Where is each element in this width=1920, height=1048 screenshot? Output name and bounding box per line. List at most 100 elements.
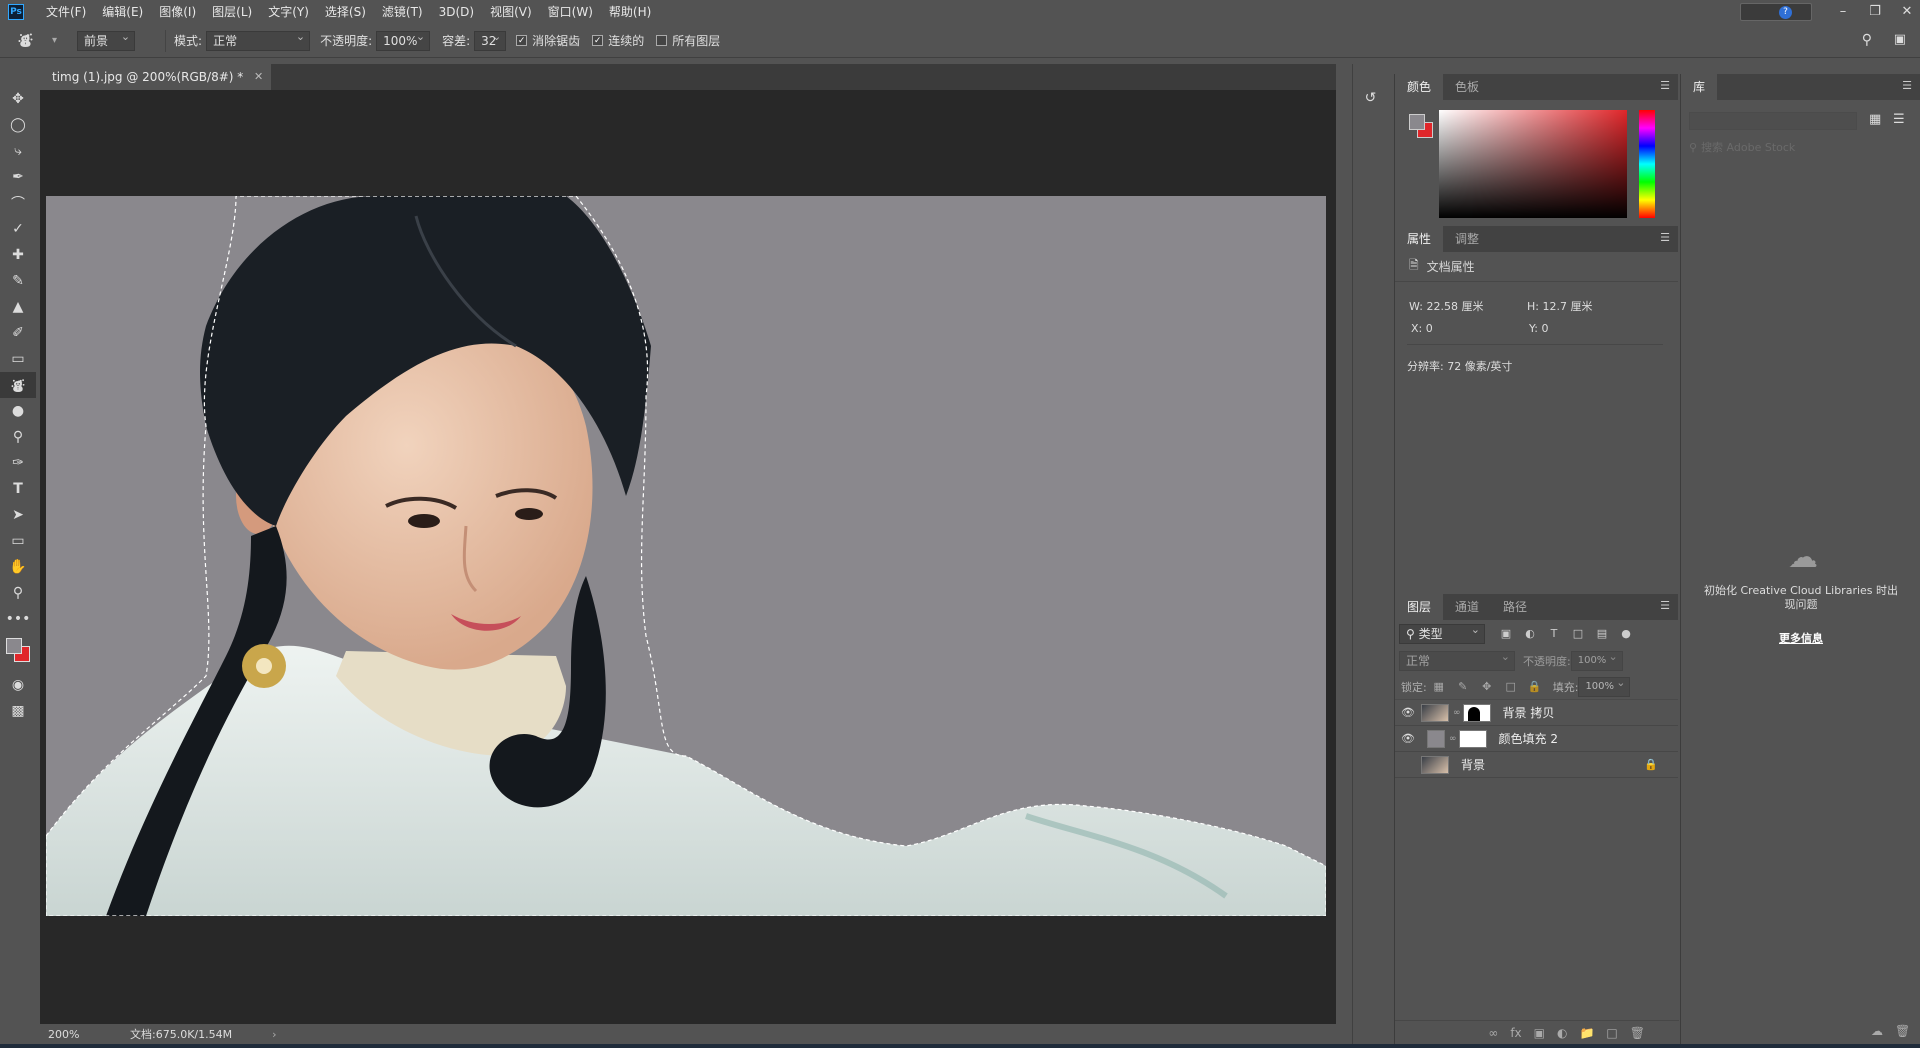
fx-icon[interactable]: fx [1510, 1026, 1521, 1040]
tab-layers[interactable]: 图层 [1395, 594, 1444, 620]
creative-cloud-widget[interactable] [1740, 3, 1812, 21]
panel-menu-icon[interactable]: ☰ [1902, 80, 1912, 91]
menu-item[interactable]: 图像(I) [151, 0, 204, 24]
tab-color[interactable]: 颜色 [1395, 74, 1444, 100]
trash-icon[interactable]: 🗑 [1630, 1026, 1645, 1040]
quick-select-tool-icon[interactable]: ✒ [0, 164, 36, 190]
x-value[interactable]: 0 [1426, 322, 1433, 335]
canvas-area[interactable] [40, 90, 1336, 1024]
tolerance-input[interactable]: 32 [474, 28, 507, 51]
lock-all-icon[interactable]: 🔒 [1528, 680, 1542, 694]
adjustment-layer-icon[interactable]: ◐ [1557, 1026, 1567, 1040]
document-image[interactable] [46, 196, 1326, 916]
opacity-input[interactable]: 100% [376, 28, 431, 51]
menu-item[interactable]: 滤镜(T) [374, 0, 431, 24]
close-tab-icon[interactable]: ✕ [254, 64, 263, 90]
fill-input[interactable]: 100% [1578, 674, 1631, 697]
color-swatches[interactable] [0, 632, 36, 672]
eraser-tool-icon[interactable]: ▭ [0, 346, 36, 372]
history-panel-icon[interactable]: ↺ [1359, 86, 1383, 110]
tab-properties[interactable]: 属性 [1395, 226, 1444, 252]
tab-adjustments[interactable]: 调整 [1443, 226, 1491, 252]
menu-item[interactable]: 帮助(H) [601, 0, 659, 24]
hand-tool-icon[interactable]: ✋ [0, 554, 36, 580]
menu-item[interactable]: 文件(F) [38, 0, 94, 24]
pixel-filter-icon[interactable]: ▣ [1499, 627, 1513, 641]
rectangle-tool-icon[interactable]: ▭ [0, 528, 36, 554]
crop-tool-icon[interactable]: ⌒ [0, 190, 36, 216]
foreground-color-swatch[interactable] [6, 638, 22, 654]
shape-filter-icon[interactable]: □ [1571, 627, 1585, 641]
library-trash-icon[interactable]: 🗑 [1895, 1024, 1910, 1038]
screen-mode-icon[interactable]: ▩ [0, 698, 36, 724]
zoom-tool-icon[interactable]: ⚲ [0, 580, 36, 606]
height-value[interactable]: 12.7 厘米 [1542, 300, 1592, 313]
panel-menu-icon[interactable]: ☰ [1660, 600, 1670, 611]
lock-icon[interactable]: 🔒 [1644, 758, 1658, 771]
library-select[interactable] [1689, 112, 1857, 130]
dodge-tool-icon[interactable]: ⚲ [0, 424, 36, 450]
marquee-tool-icon[interactable]: ◯ [0, 112, 36, 138]
menu-item[interactable]: 编辑(E) [94, 0, 151, 24]
antialias-checkbox[interactable]: ✓ [516, 35, 528, 46]
close-icon[interactable]: ✕ [1900, 5, 1914, 19]
new-layer-icon[interactable]: □ [1606, 1026, 1617, 1040]
lock-pixels-icon[interactable]: ✎ [1456, 680, 1470, 694]
path-select-tool-icon[interactable]: ➤ [0, 502, 36, 528]
filter-toggle-icon[interactable]: ● [1619, 627, 1633, 641]
y-value[interactable]: 0 [1541, 322, 1548, 335]
foreground-swatch[interactable] [1409, 114, 1425, 130]
document-tab[interactable]: timg (1).jpg @ 200%(RGB/8#) * ✕ [40, 64, 272, 90]
more-info-link[interactable]: 更多信息 [1701, 630, 1901, 646]
chevron-down-icon[interactable]: ▾ [52, 35, 57, 46]
tab-channels[interactable]: 通道 [1443, 594, 1491, 620]
hue-slider[interactable] [1639, 110, 1655, 218]
layer-mask-thumbnail[interactable] [1458, 729, 1487, 748]
grid-view-icon[interactable]: ▦ [1869, 112, 1881, 127]
quick-mask-icon[interactable]: ◉ [0, 672, 36, 698]
menu-item[interactable]: 视图(V) [482, 0, 540, 24]
all-layers-checkbox[interactable] [656, 35, 668, 46]
search-icon[interactable]: ⚲ [1862, 32, 1872, 48]
add-mask-icon[interactable]: ▣ [1534, 1026, 1545, 1040]
panel-menu-icon[interactable]: ☰ [1660, 80, 1670, 91]
new-group-icon[interactable]: 📁 [1579, 1026, 1594, 1040]
minimize-icon[interactable]: – [1836, 5, 1850, 19]
layer-name[interactable]: 背景 拷贝 [1503, 704, 1555, 721]
zoom-level[interactable]: 200% [48, 1028, 108, 1041]
lasso-tool-icon[interactable]: ⤷ [0, 138, 36, 164]
fill-color-thumbnail[interactable] [1427, 729, 1445, 748]
panel-menu-icon[interactable]: ☰ [1660, 232, 1670, 243]
layer-row[interactable]: 背景 🔒 [1395, 752, 1678, 778]
menu-item[interactable]: 3D(D) [431, 0, 482, 24]
history-brush-tool-icon[interactable]: ✐ [0, 320, 36, 346]
cc-sync-icon[interactable]: ☁ [1871, 1024, 1883, 1038]
paint-bucket-tool-icon[interactable]: ⛇ [0, 372, 36, 398]
list-view-icon[interactable]: ☰ [1893, 112, 1905, 127]
paint-bucket-preset-icon[interactable]: ⛇ [18, 30, 48, 52]
layer-name[interactable]: 背景 [1461, 756, 1644, 773]
adjustment-filter-icon[interactable]: ◐ [1523, 627, 1537, 641]
layer-row[interactable]: 👁 ∞ 颜色填充 2 [1395, 726, 1678, 752]
restore-icon[interactable]: ❐ [1868, 5, 1882, 19]
menu-item[interactable]: 文字(Y) [260, 0, 317, 24]
tab-paths[interactable]: 路径 [1491, 594, 1539, 620]
smart-object-filter-icon[interactable]: ▤ [1595, 627, 1609, 641]
menu-item[interactable]: 选择(S) [317, 0, 374, 24]
eye-icon[interactable]: 👁 [1395, 706, 1421, 719]
blur-tool-icon[interactable]: ● [0, 398, 36, 424]
status-arrow-icon[interactable]: › [272, 1028, 276, 1041]
eye-icon[interactable]: 👁 [1395, 732, 1421, 745]
type-tool-icon[interactable]: T [0, 476, 36, 502]
move-tool-icon[interactable]: ✥ [0, 86, 36, 112]
brush-tool-icon[interactable]: ✎ [0, 268, 36, 294]
stock-search[interactable]: ⚲ 搜索 Adobe Stock [1689, 138, 1911, 156]
tab-libraries[interactable]: 库 [1681, 74, 1718, 100]
help-icon[interactable]: ? [1779, 6, 1792, 19]
blend-mode-select[interactable]: 正常 [1399, 648, 1515, 671]
mode-select[interactable]: 正常 [206, 28, 311, 51]
fill-source-select[interactable]: 前景 [77, 28, 136, 51]
layer-opacity-input[interactable]: 100% [1570, 648, 1623, 671]
link-layers-icon[interactable]: ∞ [1488, 1026, 1498, 1040]
workspace-icon[interactable]: ▣ [1894, 32, 1906, 47]
